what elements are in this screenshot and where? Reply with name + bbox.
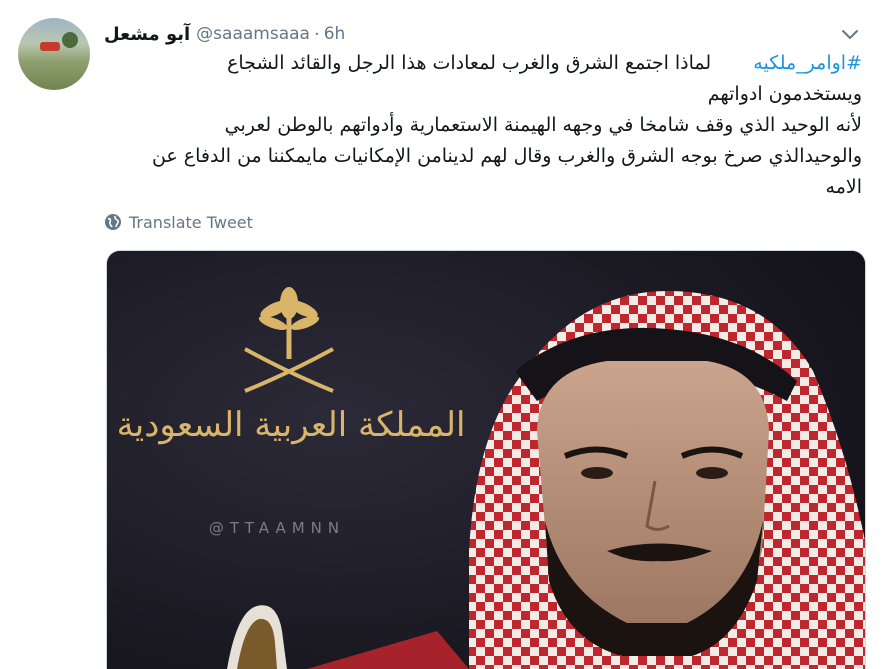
hashtag-link[interactable]: #اوامر_ملكيه [753,52,862,74]
tweet-line-1-text: لماذا اجتمع الشرق والغرب لمعادات هذا الر… [227,52,712,74]
tweet-image[interactable]: المملكة العربية السعودية @TTAAMNN [106,250,866,669]
tweet-line-1: #اوامر_ملكيه لماذا اجتمع الشرق والغرب لم… [104,48,862,79]
tweet-text: #اوامر_ملكيه لماذا اجتمع الشرق والغرب لم… [104,48,862,203]
tweet-line-5: الامه [825,176,862,198]
avatar[interactable] [18,18,90,90]
tweet-time[interactable]: 6h [324,24,346,44]
emblem-text: المملكة العربية السعودية [117,405,466,445]
globe-icon [105,214,121,230]
tweet[interactable]: آبو مشعل @saaamsaaa · 6h #اوامر_ملكيه لم… [0,0,882,669]
translate-label: Translate Tweet [129,212,253,232]
avatar-car [40,42,60,51]
tweet-line-2: ويستخدمون ادواتهم [707,83,862,105]
tweet-line-3: لأنه الوحيد الذي وقف شامخا في وجهه الهيم… [224,114,862,136]
author-handle[interactable]: @saaamsaaa [196,24,310,44]
separator-dot: · [313,23,320,45]
tweet-line-4: والوحيدالذي صرخ بوجه الشرق والغرب وقال ل… [151,145,862,167]
translate-tweet-link[interactable]: Translate Tweet [104,210,253,234]
tweet-header: آبو مشعل @saaamsaaa · 6h [104,22,345,46]
author-name[interactable]: آبو مشعل [104,24,190,45]
avatar-tree [62,32,78,48]
watermark-text: @TTAAMNN [209,519,345,537]
chevron-down-icon[interactable] [836,22,864,46]
